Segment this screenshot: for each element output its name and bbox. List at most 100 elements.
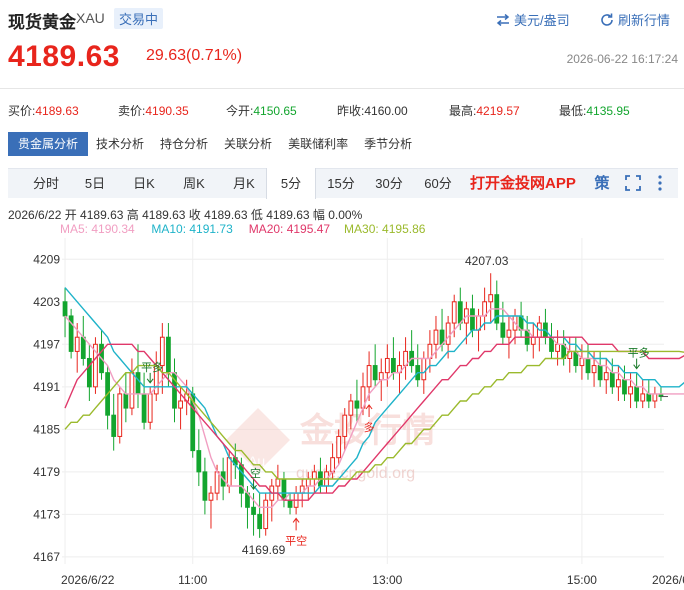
x-tick-label: 11:00 (178, 573, 207, 587)
candle-body (354, 400, 360, 409)
candle-body (135, 372, 141, 395)
y-tick-label: 4197 (33, 337, 60, 351)
candle-body (80, 336, 86, 359)
price-change: 29.63(0.71%) (146, 47, 243, 64)
tab-precious-metal-analysis[interactable]: 贵金属分析 (8, 132, 89, 156)
quote-label: 最低: (559, 104, 587, 118)
ohlc-readout: 2026/6/22 开 4189.63 高 4189.63 收 4189.63 … (8, 208, 363, 222)
quote-value: 4160.00 (364, 104, 408, 118)
period-tab-monthly[interactable]: 月K (222, 169, 266, 198)
candle-body (609, 372, 615, 388)
candle-body (378, 372, 384, 381)
x-axis: 2026/6/22 11:00 13:00 15:00 2026/6/22 (61, 573, 684, 587)
quote-open: 今开:4150.65 (226, 102, 337, 119)
candle-body (488, 294, 494, 303)
last-price: 4189.63 (8, 40, 120, 73)
candle-body (555, 343, 560, 352)
candle-body (305, 478, 311, 487)
period-tab-60min[interactable]: 60分 (416, 169, 460, 198)
candle-body (74, 336, 80, 352)
candle-body (470, 308, 475, 331)
signal-label: 平空 (285, 533, 307, 547)
y-tick-label: 4185 (33, 422, 60, 436)
tab-fed-rate[interactable]: 美联储利率 (280, 132, 356, 156)
candle-body (117, 393, 123, 437)
period-tab-timeshare[interactable]: 分时 (22, 169, 70, 198)
tab-correlation-analysis[interactable]: 关联分析 (216, 132, 280, 156)
open-app-link[interactable]: 打开金投网APP (470, 169, 576, 198)
candle-body (384, 357, 390, 374)
quote-high: 最高:4219.57 (449, 102, 559, 119)
quote-label: 买价: (8, 104, 36, 118)
candle-body (336, 435, 342, 459)
signal-label: 多 (364, 420, 375, 434)
tab-position-analysis[interactable]: 持仓分析 (152, 132, 216, 156)
tab-seasonal-analysis[interactable]: 季节分析 (356, 132, 420, 156)
candle-body (640, 393, 646, 402)
candle-body (500, 322, 506, 338)
quote-value: 4135.95 (586, 104, 630, 118)
quote-label: 最高: (449, 104, 477, 118)
refresh-label: 刷新行情 (618, 13, 671, 28)
quote-value: 4219.57 (476, 104, 520, 118)
quote-value: 4190.35 (145, 104, 189, 118)
quote-low: 最低:4135.95 (559, 102, 630, 119)
quote-details: 买价:4189.63 卖价:4190.35 今开:4150.65 昨收:4160… (8, 102, 630, 119)
quote-label: 昨收: (337, 104, 365, 118)
tab-technical-analysis[interactable]: 技术分析 (88, 132, 152, 156)
candle-body (634, 386, 640, 402)
candle-body (530, 336, 536, 345)
quote-label: 卖价: (118, 104, 146, 118)
currency-unit-button[interactable]: 美元/盎司 (496, 10, 570, 29)
candle-body (178, 400, 183, 409)
candle-body (366, 365, 372, 388)
divider (0, 88, 684, 89)
candle-body (652, 393, 658, 402)
fullscreen-icon[interactable] (624, 174, 642, 197)
y-tick-label: 4167 (33, 550, 60, 564)
quote-timestamp: 2026-06-22 16:17:24 (566, 52, 678, 66)
candle-body (597, 365, 603, 381)
x-tick-label: 15:00 (567, 573, 597, 587)
candles-layer (62, 273, 664, 538)
candle-body (263, 499, 269, 530)
period-tab-daily[interactable]: 日K (122, 169, 166, 198)
candle-body (238, 464, 244, 494)
candle-body (342, 414, 348, 437)
candle-body (257, 513, 263, 530)
candle-body (391, 357, 396, 374)
candle-body (348, 400, 354, 416)
candle-body (214, 471, 220, 494)
strategy-button[interactable]: 策 (591, 169, 613, 198)
period-tab-5day[interactable]: 5日 (74, 169, 116, 198)
period-tab-weekly[interactable]: 周K (172, 169, 216, 198)
period-tab-15min[interactable]: 15分 (320, 169, 362, 198)
candle-body (616, 379, 621, 388)
candle-body (226, 457, 232, 487)
candle-body (123, 393, 129, 409)
instrument-code: XAU (76, 10, 105, 26)
signal-label: 空 (250, 466, 261, 480)
period-tab-30min[interactable]: 30分 (368, 169, 410, 198)
x-tick-label: 13:00 (372, 573, 402, 587)
period-tabs: 分时 5日 日K 周K 月K 5分 15分 30分 60分 打开金投网APP 策 (8, 168, 678, 199)
candle-body (129, 372, 135, 409)
trading-status-badge: 交易中 (114, 8, 164, 29)
candle-body (281, 478, 287, 501)
low-label: 4169.69 (242, 543, 286, 557)
price-chart[interactable]: 金投行情 quote.cngold.org Au 4207.034169.69平… (0, 232, 684, 590)
candle-body (311, 471, 317, 480)
quote-value: 4189.63 (35, 104, 79, 118)
more-menu-icon[interactable] (656, 174, 664, 197)
candle-body (585, 357, 591, 374)
annotations-layer: 4207.03 4169.69 平多空平空 多 平多 (141, 254, 649, 557)
candle-body (445, 322, 451, 345)
chart-grid (62, 238, 664, 564)
candle-body (421, 357, 427, 381)
candle-body (251, 506, 256, 515)
signal-label: 平多 (628, 346, 650, 360)
signal-arrow-up (292, 517, 300, 531)
refresh-quote-button[interactable]: 刷新行情 (600, 10, 670, 29)
candle-body (62, 301, 68, 317)
period-tab-5min[interactable]: 5分 (266, 168, 316, 199)
